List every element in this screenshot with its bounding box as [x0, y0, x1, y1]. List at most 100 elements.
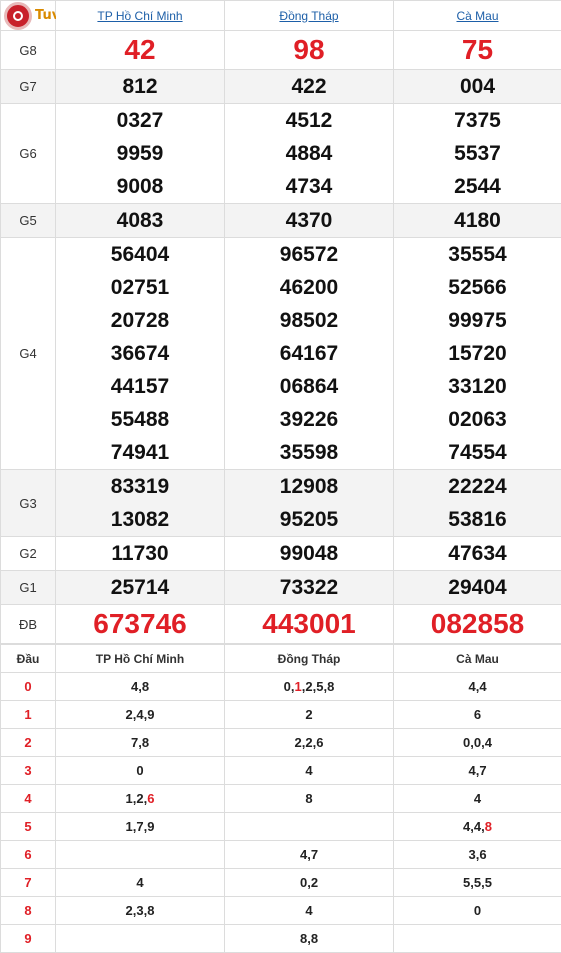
loto-digit: 2 [136, 791, 144, 806]
loto-cell: 1,7,9 [55, 812, 225, 841]
loto-cell: 0 [393, 896, 561, 925]
loto-digit: 8 [484, 819, 492, 834]
prize-number: 4884 [285, 142, 333, 165]
loto-digit: 8 [310, 931, 319, 946]
prize-number: 83319 [110, 475, 170, 498]
prize-number: 673746 [93, 608, 187, 639]
prize-number: 52566 [448, 276, 507, 299]
province-header-row: Tuvimoingay.vn TP Hồ Chí Minh Đồng Tháp … [0, 0, 561, 31]
loto-digit: 8 [305, 791, 313, 806]
prize-row: ĐB 673746 443001 082858 [0, 604, 561, 644]
prize-row: G8 42 98 75 [0, 30, 561, 70]
loto-cell: 2,3,8 [55, 896, 225, 925]
loto-cell: 7,8 [55, 728, 225, 757]
prize-number: 29404 [448, 576, 507, 599]
loto-digit: 4 [136, 707, 144, 722]
loto-cell: 1,2,6 [55, 784, 225, 813]
loto-digit: 6 [473, 707, 482, 722]
loto-row: 2 7,8 2,2,6 0,0,4 [0, 728, 561, 757]
prize-number: 20728 [110, 309, 170, 332]
loto-cell: 4,7 [224, 840, 394, 869]
prize-number: 812 [122, 75, 158, 98]
prize-cell: 7375 5537 2544 [393, 103, 561, 204]
loto-column-header: TP Hồ Chí Minh [55, 644, 225, 673]
loto-row: 5 1,7,9 4,4,8 [0, 812, 561, 841]
prize-row: G2 11730 99048 47634 [0, 536, 561, 571]
logo-icon [4, 2, 32, 30]
loto-digit: 4 [479, 679, 487, 694]
prize-number: 5537 [454, 142, 501, 165]
prize-cell: 75 [393, 30, 561, 70]
province-link[interactable]: TP Hồ Chí Minh [97, 9, 182, 23]
prize-cell: 25714 [55, 570, 225, 605]
loto-head: 5 [0, 812, 56, 841]
loto-digit: 1 [294, 679, 302, 694]
loto-digit: 2 [305, 735, 313, 750]
prize-number: 004 [459, 75, 496, 98]
loto-digit: 5 [484, 875, 492, 890]
loto-head: 3 [0, 756, 56, 785]
prize-number: 56404 [110, 243, 170, 266]
loto-row: 6 4,7 3,6 [0, 840, 561, 869]
prize-number: 64167 [279, 342, 339, 365]
loto-cell: 4 [224, 896, 394, 925]
loto-cell: 4 [224, 756, 394, 785]
prize-number: 0327 [116, 109, 164, 132]
prize-number: 22224 [448, 475, 507, 498]
loto-cell [224, 812, 394, 841]
prize-number: 35598 [279, 441, 339, 464]
prize-row: G1 25714 73322 29404 [0, 570, 561, 605]
loto-digit: 2 [125, 903, 133, 918]
loto-cell: 4,8 [55, 672, 225, 701]
prize-number: 4512 [285, 109, 333, 132]
prize-cell: 004 [393, 69, 561, 104]
loto-head: 7 [0, 868, 56, 897]
prize-number: 98 [293, 34, 325, 65]
prize-cell: 99048 [224, 536, 394, 571]
prize-label: G6 [0, 103, 56, 204]
loto-header-row: Đầu TP Hồ Chí Minh Đồng Tháp Cà Mau [0, 644, 561, 673]
loto-digit: 4 [305, 903, 313, 918]
province-link[interactable]: Cà Mau [456, 9, 498, 23]
loto-row: 4 1,2,6 8 4 [0, 784, 561, 813]
loto-row: 1 2,4,9 2 6 [0, 700, 561, 729]
prize-number: 35554 [448, 243, 507, 266]
loto-cell: 5,5,5 [393, 868, 561, 897]
prize-number: 4370 [285, 209, 333, 232]
loto-cell: 4,4 [393, 672, 561, 701]
loto-digit: 2 [305, 679, 313, 694]
prize-number: 9959 [116, 142, 164, 165]
prize-row: G3 83319 13082 12908 95205 22224 53816 [0, 469, 561, 537]
prize-row: G6 0327 9959 9008 4512 4884 4734 7375 5537 2544 [0, 103, 561, 204]
province-link[interactable]: Đồng Tháp [279, 9, 338, 23]
prize-number: 44157 [110, 375, 170, 398]
loto-digit: 4 [468, 763, 476, 778]
prize-cell: 4512 4884 4734 [224, 103, 394, 204]
loto-cell: 0,1,2,5,8 [224, 672, 394, 701]
loto-digit: 4 [484, 735, 492, 750]
prize-label: G3 [0, 469, 56, 537]
prize-number: 95205 [279, 508, 339, 531]
prize-cell: 98 [224, 30, 394, 70]
loto-digit: 6 [316, 735, 324, 750]
prize-number: 02751 [110, 276, 170, 299]
loto-head: 8 [0, 896, 56, 925]
loto-cell: 4,4,8 [393, 812, 561, 841]
prize-cell: 42 [55, 30, 225, 70]
prize-row: G5 4083 4370 4180 [0, 203, 561, 238]
prize-number: 98502 [279, 309, 339, 332]
loto-table: Đầu TP Hồ Chí Minh Đồng Tháp Cà Mau 0 4,8… [0, 644, 561, 953]
prize-number: 2544 [454, 175, 501, 198]
loto-head: 9 [0, 924, 56, 953]
prize-cell: 22224 53816 [393, 469, 561, 537]
prize-number: 39226 [279, 408, 339, 431]
loto-cell [55, 840, 225, 869]
loto-digit: 4 [468, 679, 476, 694]
prize-number: 4180 [454, 209, 501, 232]
loto-cell: 0 [55, 756, 225, 785]
loto-digit: 9 [147, 707, 155, 722]
prize-number: 33120 [448, 375, 507, 398]
prize-number: 73322 [279, 576, 339, 599]
prize-number: 75 [461, 34, 494, 65]
loto-digit: 2 [310, 875, 319, 890]
